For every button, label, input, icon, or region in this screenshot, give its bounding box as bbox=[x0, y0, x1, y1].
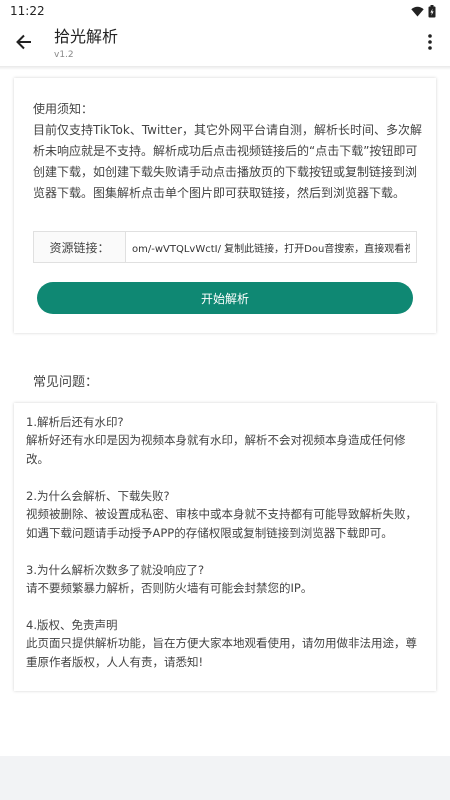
notice-title: 使用须知： bbox=[33, 102, 94, 116]
status-time: 11:22 bbox=[10, 4, 45, 18]
app-bar-shadow bbox=[0, 66, 450, 70]
url-label: 资源链接： bbox=[34, 232, 126, 262]
faq-item: 4.版权、免责声明 此页面只提供解析功能，旨在方便大家本地观看使用，请勿用做非法… bbox=[26, 616, 428, 672]
arrow-back-icon bbox=[15, 33, 33, 55]
page-title: 拾光解析 bbox=[54, 27, 119, 46]
status-icons bbox=[411, 4, 436, 18]
battery-icon bbox=[428, 4, 436, 18]
start-parse-button[interactable]: 开始解析 bbox=[37, 282, 413, 314]
title-block: 拾光解析 v1.2 bbox=[54, 27, 118, 61]
faq-question: 2.为什么会解析、下载失败? bbox=[26, 489, 170, 503]
status-bar: 11:22 bbox=[0, 0, 450, 22]
notice-body: 目前仅支持TikTok、Twitter，其它外网平台请自测，解析长时间、多次解析… bbox=[33, 123, 423, 200]
app-bar: 拾光解析 v1.2 bbox=[0, 22, 450, 66]
faq-answer: 此页面只提供解析功能，旨在方便大家本地观看使用，请勿用做非法用途，尊重原作者版权… bbox=[26, 636, 417, 669]
faq-answer: 视频被删除、被设置成私密、审核中或本身就不支持都有可能导致解析失败，如遇下载问题… bbox=[26, 507, 417, 540]
faq-item: 2.为什么会解析、下载失败? 视频被删除、被设置成私密、审核中或本身就不支持都有… bbox=[26, 487, 428, 543]
faq-answer: 请不要频繁暴力解析，否则防火墙有可能会封禁您的IP。 bbox=[26, 581, 313, 595]
wifi-icon bbox=[411, 6, 424, 17]
faq-question: 4.版权、免责声明 bbox=[26, 618, 118, 632]
faq-answer: 解析好还有水印是因为视频本身就有水印，解析不会对视频本身造成任何修改。 bbox=[26, 433, 406, 466]
bottom-area bbox=[0, 756, 450, 800]
faq-question: 3.为什么解析次数多了就没响应了? bbox=[26, 563, 205, 577]
faq-list: 1.解析后还有水印? 解析好还有水印是因为视频本身就有水印，解析不会对视频本身造… bbox=[26, 413, 428, 690]
overflow-menu-button[interactable] bbox=[416, 30, 444, 58]
more-vert-icon bbox=[428, 34, 432, 54]
faq-item: 1.解析后还有水印? 解析好还有水印是因为视频本身就有水印，解析不会对视频本身造… bbox=[26, 413, 428, 469]
faq-card: 1.解析后还有水印? 解析好还有水印是因为视频本身就有水印，解析不会对视频本身造… bbox=[14, 403, 436, 691]
faq-question: 1.解析后还有水印? bbox=[26, 415, 124, 429]
version-label: v1.2 bbox=[54, 50, 74, 60]
back-button[interactable] bbox=[2, 22, 46, 66]
url-input[interactable] bbox=[126, 232, 416, 262]
url-input-row: 资源链接： bbox=[33, 231, 417, 263]
parse-card: 使用须知： 目前仅支持TikTok、Twitter，其它外网平台请自测，解析长时… bbox=[14, 78, 436, 333]
faq-heading: 常见问题： bbox=[33, 375, 99, 390]
faq-item: 3.为什么解析次数多了就没响应了? 请不要频繁暴力解析，否则防火墙有可能会封禁您… bbox=[26, 561, 428, 598]
